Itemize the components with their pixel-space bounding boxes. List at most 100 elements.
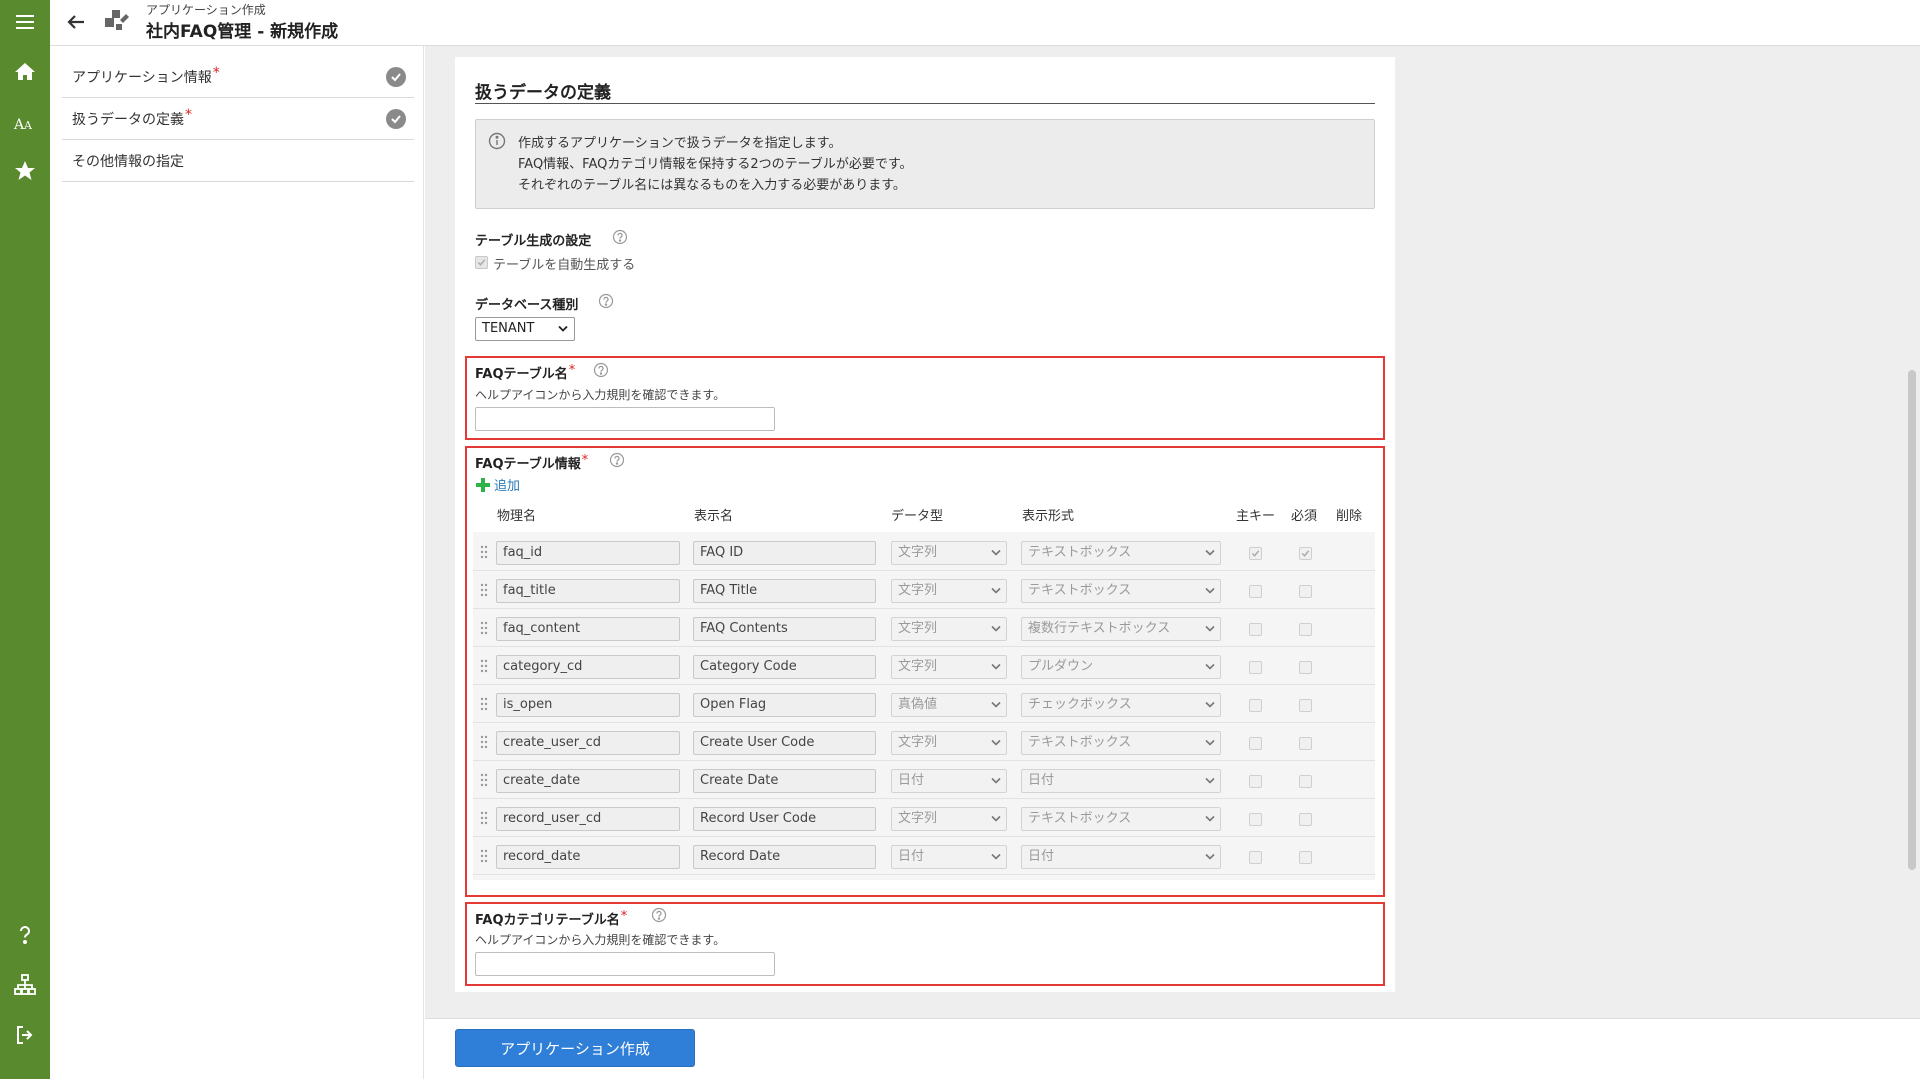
sitemap-icon[interactable] — [0, 965, 50, 1005]
add-column-link[interactable]: 追加 — [475, 475, 520, 494]
data-type-select[interactable]: 文字列 — [891, 541, 1007, 565]
help-question-icon[interactable] — [0, 915, 50, 955]
required-checkbox[interactable] — [1299, 547, 1312, 560]
required-checkbox[interactable] — [1299, 661, 1312, 674]
display-format-select[interactable]: チェックボックス — [1021, 693, 1221, 717]
display-name-input[interactable]: Category Code — [693, 655, 876, 679]
primary-key-checkbox[interactable] — [1249, 661, 1262, 674]
required-mark: * — [568, 363, 576, 378]
physical-name-input[interactable]: faq_id — [496, 541, 680, 565]
drag-handle-icon[interactable] — [479, 620, 489, 636]
db-type-select[interactable]: TENANT — [475, 317, 575, 341]
required-checkbox[interactable] — [1299, 737, 1312, 750]
required-checkbox[interactable] — [1299, 813, 1312, 826]
display-name-input[interactable]: Create Date — [693, 769, 876, 793]
hamburger-menu-icon[interactable] — [0, 2, 50, 42]
step-app-info[interactable]: アプリケーション情報 * — [62, 56, 414, 98]
data-type-select[interactable]: 文字列 — [891, 579, 1007, 603]
help-icon[interactable] — [612, 229, 628, 245]
primary-key-checkbox[interactable] — [1249, 775, 1262, 788]
display-format-value: 日付 — [1028, 849, 1055, 864]
data-type-select[interactable]: 真偽値 — [891, 693, 1007, 717]
display-format-select[interactable]: プルダウン — [1021, 655, 1221, 679]
required-checkbox[interactable] — [1299, 585, 1312, 598]
drag-handle-icon[interactable] — [479, 734, 489, 750]
primary-key-checkbox[interactable] — [1249, 699, 1262, 712]
primary-key-checkbox[interactable] — [1249, 623, 1262, 636]
drag-handle-icon[interactable] — [479, 658, 489, 674]
primary-key-checkbox[interactable] — [1249, 737, 1262, 750]
required-checkbox[interactable] — [1299, 851, 1312, 864]
physical-name-input[interactable]: faq_title — [496, 579, 680, 603]
primary-key-checkbox[interactable] — [1249, 547, 1262, 560]
data-type-select[interactable]: 文字列 — [891, 655, 1007, 679]
required-checkbox[interactable] — [1299, 775, 1312, 788]
chevron-down-icon — [991, 549, 1001, 556]
display-name-input[interactable]: Open Flag — [693, 693, 876, 717]
data-type-select[interactable]: 文字列 — [891, 617, 1007, 641]
step-other-info[interactable]: その他情報の指定 — [62, 140, 414, 182]
drag-handle-icon[interactable] — [479, 772, 489, 788]
drag-handle-icon[interactable] — [479, 582, 489, 598]
physical-name-input[interactable]: create_date — [496, 769, 680, 793]
display-name-input[interactable]: Record User Code — [693, 807, 876, 831]
step-data-definition[interactable]: 扱うデータの定義 * — [62, 98, 414, 140]
page-title: 社内FAQ管理 - 新規作成 — [146, 22, 339, 42]
display-name-input[interactable]: Record Date — [693, 845, 876, 869]
create-application-button[interactable]: アプリケーション作成 — [455, 1029, 695, 1067]
drag-handle-icon[interactable] — [479, 696, 489, 712]
display-format-select[interactable]: 日付 — [1021, 845, 1221, 869]
step-navigation: アプリケーション情報 * 扱うデータの定義 * その他情報の指定 — [50, 46, 424, 1079]
physical-name-input[interactable]: create_user_cd — [496, 731, 680, 755]
chevron-down-icon — [991, 701, 1001, 708]
star-icon[interactable] — [0, 151, 50, 191]
required-checkbox[interactable] — [1299, 699, 1312, 712]
step-label: アプリケーション情報 — [72, 69, 212, 86]
display-format-select[interactable]: テキストボックス — [1021, 807, 1221, 831]
column-header: 表示形式 — [1022, 509, 1075, 524]
primary-key-checkbox[interactable] — [1249, 851, 1262, 864]
scrollbar[interactable] — [1908, 370, 1916, 870]
display-name-input[interactable]: FAQ Title — [693, 579, 876, 603]
help-icon[interactable] — [609, 452, 625, 468]
display-format-select[interactable]: 複数行テキストボックス — [1021, 617, 1221, 641]
display-format-select[interactable]: テキストボックス — [1021, 731, 1221, 755]
physical-name-input[interactable]: record_date — [496, 845, 680, 869]
display-name-input[interactable]: FAQ Contents — [693, 617, 876, 641]
help-icon[interactable] — [593, 362, 609, 378]
data-type-value: 真偽値 — [898, 697, 938, 712]
data-type-select[interactable]: 日付 — [891, 769, 1007, 793]
display-format-select[interactable]: 日付 — [1021, 769, 1221, 793]
drag-handle-icon[interactable] — [479, 544, 489, 560]
drag-handle-icon[interactable] — [479, 810, 489, 826]
display-format-select[interactable]: テキストボックス — [1021, 541, 1221, 565]
home-icon[interactable] — [0, 52, 50, 92]
help-icon[interactable] — [651, 907, 667, 923]
table-row: create_date Create Date 日付 日付 — [473, 761, 1375, 799]
required-checkbox[interactable] — [1299, 623, 1312, 636]
display-format-value: テキストボックス — [1028, 545, 1132, 560]
data-type-value: 文字列 — [898, 545, 938, 560]
logout-icon[interactable] — [0, 1015, 50, 1055]
primary-key-checkbox[interactable] — [1249, 585, 1262, 598]
back-arrow-icon[interactable] — [64, 10, 88, 34]
display-name-input[interactable]: FAQ ID — [693, 541, 876, 565]
primary-key-checkbox[interactable] — [1249, 813, 1262, 826]
faq-table-name-input[interactable] — [475, 407, 775, 431]
physical-name-input[interactable]: category_cd — [496, 655, 680, 679]
data-type-select[interactable]: 文字列 — [891, 731, 1007, 755]
data-type-select[interactable]: 日付 — [891, 845, 1007, 869]
physical-name-input[interactable]: faq_content — [496, 617, 680, 641]
physical-name-input[interactable]: is_open — [496, 693, 680, 717]
data-type-select[interactable]: 文字列 — [891, 807, 1007, 831]
faq-category-table-name-input[interactable] — [475, 952, 775, 976]
display-format-select[interactable]: テキストボックス — [1021, 579, 1221, 603]
font-size-icon[interactable]: AA — [0, 103, 50, 143]
drag-handle-icon[interactable] — [479, 848, 489, 864]
required-mark: * — [185, 106, 192, 123]
display-name-input[interactable]: Create User Code — [693, 731, 876, 755]
display-format-value: テキストボックス — [1028, 811, 1132, 826]
help-icon[interactable] — [598, 293, 614, 309]
physical-name-input[interactable]: record_user_cd — [496, 807, 680, 831]
auto-generate-checkbox[interactable] — [475, 256, 488, 269]
